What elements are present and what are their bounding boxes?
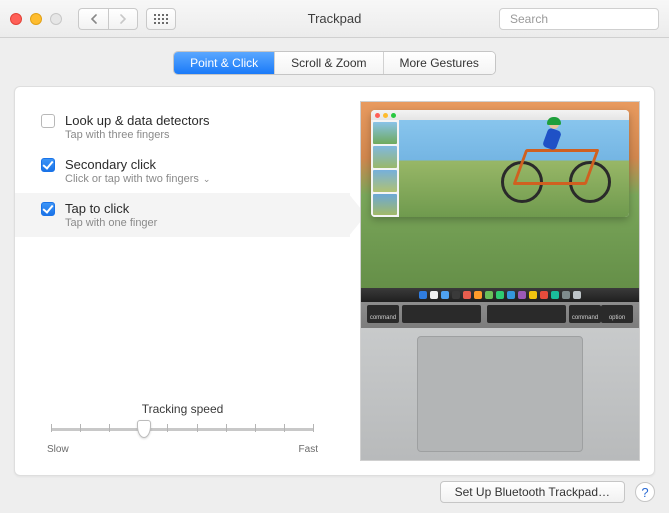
photos-titlebar (371, 110, 629, 120)
help-button[interactable]: ? (635, 482, 655, 502)
cyclist-illustration (501, 133, 611, 203)
main-photo (399, 120, 629, 217)
chevron-right-icon (119, 14, 127, 24)
tab-bar: Point & Click Scroll & Zoom More Gesture… (174, 52, 495, 74)
bottom-bar: Set Up Bluetooth Trackpad… ? (440, 481, 655, 503)
slider-max-label: Fast (299, 444, 318, 455)
preferences-window: Trackpad Point & Click Scroll & Zoom Mor… (0, 0, 669, 513)
options-column: Look up & data detectors Tap with three … (15, 87, 350, 475)
search-input[interactable] (510, 12, 665, 26)
slider-ticks (51, 424, 314, 434)
forward-button[interactable] (108, 8, 138, 30)
option-tap-to-click[interactable]: Tap to click Tap with one finger (15, 193, 350, 237)
tab-more-gestures[interactable]: More Gestures (384, 52, 495, 74)
show-all-button[interactable] (146, 8, 176, 30)
content-area: Point & Click Scroll & Zoom More Gesture… (0, 38, 669, 513)
trackpad-surface (417, 336, 584, 452)
thumbnail (373, 146, 397, 168)
chevron-down-icon: ⌄ (203, 174, 211, 185)
option-subtitle: Tap with one finger (65, 217, 157, 229)
dock (361, 288, 639, 302)
tracking-speed-slider[interactable] (41, 418, 324, 440)
grid-icon (154, 14, 168, 24)
tab-point-click[interactable]: Point & Click (174, 52, 275, 74)
photos-window (371, 110, 629, 217)
nav-buttons (78, 8, 138, 30)
option-lookup[interactable]: Look up & data detectors Tap with three … (15, 105, 350, 149)
slider-knob[interactable] (137, 420, 151, 438)
checkbox-secondary-click[interactable] (41, 158, 55, 172)
close-button[interactable] (10, 13, 22, 25)
search-field[interactable] (499, 8, 659, 30)
option-subtitle[interactable]: Click or tap with two fingers ⌄ (65, 173, 210, 185)
option-title: Tap to click (65, 201, 157, 216)
option-title: Secondary click (65, 157, 210, 172)
option-subtitle: Tap with three fingers (65, 129, 210, 141)
slider-min-label: Slow (47, 444, 69, 455)
checkbox-lookup[interactable] (41, 114, 55, 128)
setup-bluetooth-button[interactable]: Set Up Bluetooth Trackpad… (440, 481, 625, 503)
checkbox-tap-to-click[interactable] (41, 202, 55, 216)
thumbnail (373, 170, 397, 192)
chevron-left-icon (90, 14, 98, 24)
preview-column: commandcommandoption (350, 87, 654, 475)
tracking-speed-label: Tracking speed (41, 402, 324, 416)
laptop-body (361, 328, 639, 460)
titlebar: Trackpad (0, 0, 669, 38)
thumbnail-strip (371, 120, 399, 217)
settings-panel: Look up & data detectors Tap with three … (14, 86, 655, 476)
laptop-screen (361, 102, 639, 288)
keyboard-row: commandcommandoption (361, 302, 639, 328)
gesture-preview: commandcommandoption (360, 101, 640, 461)
tab-scroll-zoom[interactable]: Scroll & Zoom (275, 52, 383, 74)
zoom-button[interactable] (50, 13, 62, 25)
option-title: Look up & data detectors (65, 113, 210, 128)
minimize-button[interactable] (30, 13, 42, 25)
traffic-lights (10, 13, 62, 25)
thumbnail (373, 122, 397, 144)
tracking-speed-section: Tracking speed Slow Fast (15, 402, 350, 463)
back-button[interactable] (78, 8, 108, 30)
thumbnail (373, 194, 397, 216)
option-secondary-click[interactable]: Secondary click Click or tap with two fi… (15, 149, 350, 193)
